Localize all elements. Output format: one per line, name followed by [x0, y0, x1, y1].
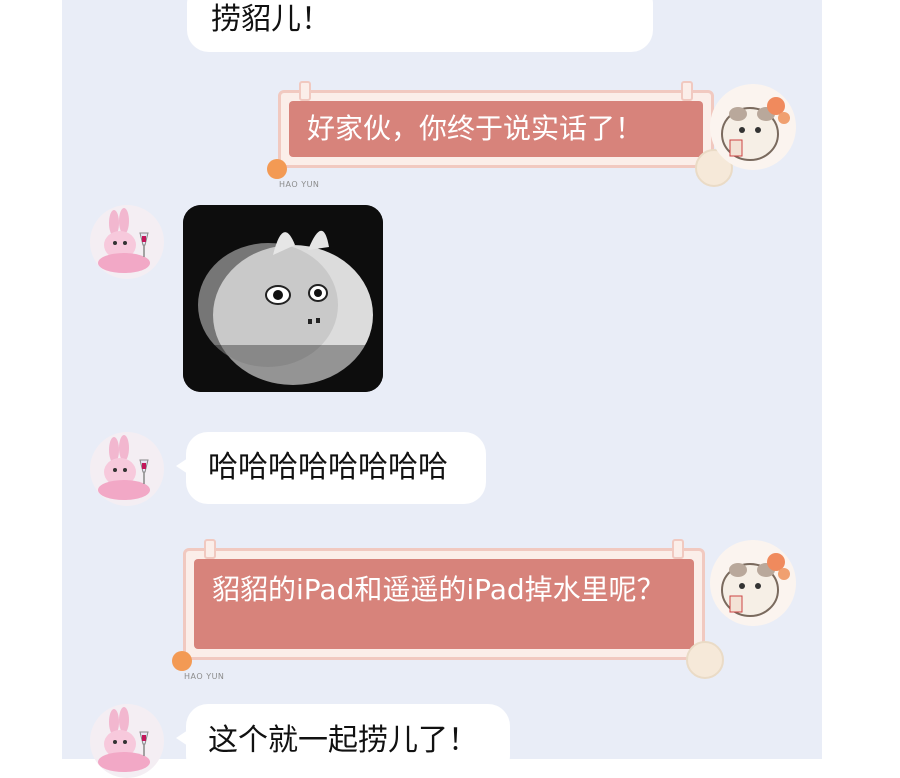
message-bubble-left[interactable]: 捞貂儿！ — [187, 0, 653, 52]
message-text: 捞貂儿！ — [211, 2, 331, 37]
cartoon-dog-avatar-icon — [721, 97, 790, 161]
pink-rabbit-avatar-icon — [98, 435, 150, 500]
my-avatar[interactable] — [710, 540, 796, 626]
pink-rabbit-avatar-icon — [98, 208, 150, 273]
friend-avatar[interactable] — [90, 432, 164, 506]
cartoon-dog-avatar-icon — [721, 553, 790, 617]
message-bubble-right[interactable]: 好家伙，你终于说实话了！ HAO YUN — [267, 81, 733, 189]
meme-rabbit-sticker-icon — [183, 205, 383, 392]
message-text: 这个就一起捞儿了！ — [208, 723, 478, 758]
message-text: 貂貂的iPad和遥遥的iPad掉水里呢？ — [212, 573, 665, 606]
bubble-medal-icon — [686, 641, 724, 679]
friend-avatar[interactable] — [90, 704, 164, 778]
orange-dot-icon — [267, 159, 287, 179]
message-bubble-right[interactable]: 貂貂的iPad和遥遥的iPad掉水里呢？ HAO YUN — [172, 539, 724, 681]
sticker-image[interactable] — [183, 205, 383, 392]
my-avatar[interactable] — [710, 84, 796, 170]
bubble-brand-label: HAO YUN — [279, 180, 320, 189]
message-bubble-left[interactable]: 这个就一起捞儿了！ — [176, 704, 510, 778]
message-text: 好家伙，你终于说实话了！ — [307, 112, 644, 145]
bubble-brand-label: HAO YUN — [184, 672, 225, 681]
pink-rabbit-avatar-icon — [98, 707, 150, 772]
message-text: 哈哈哈哈哈哈哈哈 — [208, 450, 448, 485]
friend-avatar[interactable] — [90, 205, 164, 279]
chat-panel[interactable]: 捞貂儿！ 好家伙，你终于说实话了！ HAO YUN 哈哈哈哈哈哈哈哈 貂貂的iP… — [62, 0, 822, 778]
orange-dot-icon — [172, 651, 192, 671]
message-bubble-left[interactable]: 哈哈哈哈哈哈哈哈 — [176, 432, 486, 504]
